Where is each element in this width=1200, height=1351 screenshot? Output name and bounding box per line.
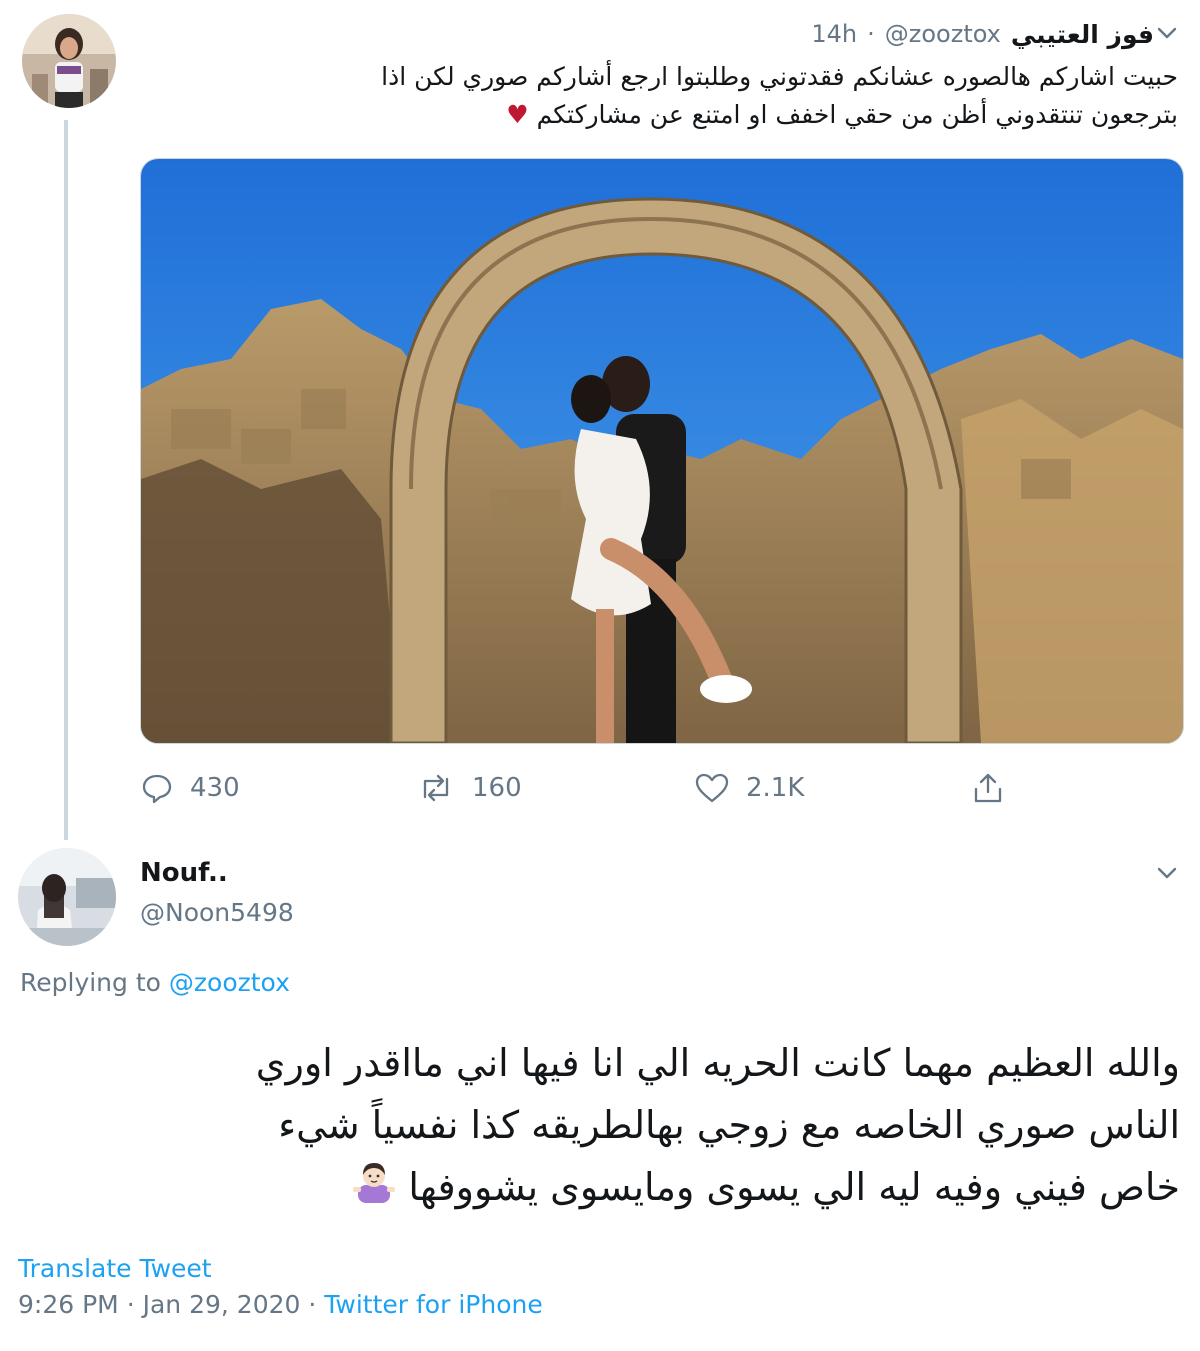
- separator-dot: ·: [126, 1290, 135, 1319]
- replying-to: Replying to @zooztox: [20, 968, 290, 997]
- retweet-count: 160: [472, 773, 522, 803]
- tweet-timestamp[interactable]: 14h: [811, 20, 857, 48]
- user-handle[interactable]: @Noon5498: [140, 898, 294, 927]
- retweet-icon: [416, 771, 456, 805]
- reply-count: 430: [190, 773, 240, 803]
- woman-shrugging-icon: [352, 1159, 396, 1221]
- display-name[interactable]: فوز العتيبي: [1011, 20, 1154, 49]
- tweet-text-line: والله العظيم مهما كانت الحريه الي انا في…: [255, 1041, 1180, 1085]
- tweet-meta: 9:26 PM · Jan 29, 2020 · Twitter for iPh…: [18, 1290, 543, 1319]
- share-icon: [970, 770, 1006, 806]
- separator-dot: ·: [867, 20, 875, 48]
- avatar[interactable]: [22, 14, 116, 108]
- tweet-photo[interactable]: [140, 158, 1184, 744]
- translate-tweet-link[interactable]: Translate Tweet: [18, 1254, 212, 1283]
- tweet-header: 14h · @zooztox فوز العتيبي: [811, 16, 1154, 52]
- tweet-text-segment: خاص فيني وفيه ليه الي يسوى ومايسوى يشووف…: [408, 1165, 1180, 1209]
- display-name[interactable]: Nouf..: [140, 858, 228, 888]
- like-button[interactable]: 2.1K: [694, 766, 804, 810]
- thread-connector-line: [64, 120, 68, 840]
- reply-button[interactable]: 430: [140, 766, 240, 810]
- reply-icon: [140, 771, 174, 805]
- like-count: 2.1K: [746, 773, 805, 803]
- tweet-text-line: بترجعون تنتقدوني أظن من حقي اخفف او امتن…: [158, 96, 1178, 134]
- retweet-button[interactable]: 160: [416, 766, 522, 810]
- chevron-down-icon[interactable]: [1152, 18, 1182, 48]
- tweet-text: والله العظيم مهما كانت الحريه الي انا في…: [30, 1032, 1180, 1221]
- tweet-text-line: خاص فيني وفيه ليه الي يسوى ومايسوى يشووف…: [30, 1156, 1180, 1221]
- chevron-down-icon[interactable]: [1152, 858, 1182, 888]
- tweet-time[interactable]: 9:26 PM: [18, 1290, 119, 1319]
- replying-prefix: Replying to: [20, 968, 161, 997]
- avatar[interactable]: [18, 848, 116, 946]
- heart-emoji-icon: ♥: [506, 100, 529, 129]
- tweet-text-line: الناس صوري الخاصه مع زوجي بهالطريقه كذا …: [278, 1103, 1180, 1147]
- heart-icon: [694, 771, 730, 805]
- tweet-text-line: حبيت اشاركم هالصوره عشانكم فقدتوني وطلبت…: [381, 62, 1178, 91]
- tweet-source-link[interactable]: Twitter for iPhone: [324, 1290, 542, 1319]
- tweet-date[interactable]: Jan 29, 2020: [143, 1290, 301, 1319]
- mention-link[interactable]: @zooztox: [169, 968, 290, 997]
- share-button[interactable]: [970, 766, 1006, 810]
- tweet-text-segment: بترجعون تنتقدوني أظن من حقي اخفف او امتن…: [536, 100, 1178, 129]
- user-handle[interactable]: @zooztox: [885, 20, 1001, 48]
- separator-dot: ·: [308, 1290, 317, 1319]
- tweet-text: حبيت اشاركم هالصوره عشانكم فقدتوني وطلبت…: [158, 58, 1178, 134]
